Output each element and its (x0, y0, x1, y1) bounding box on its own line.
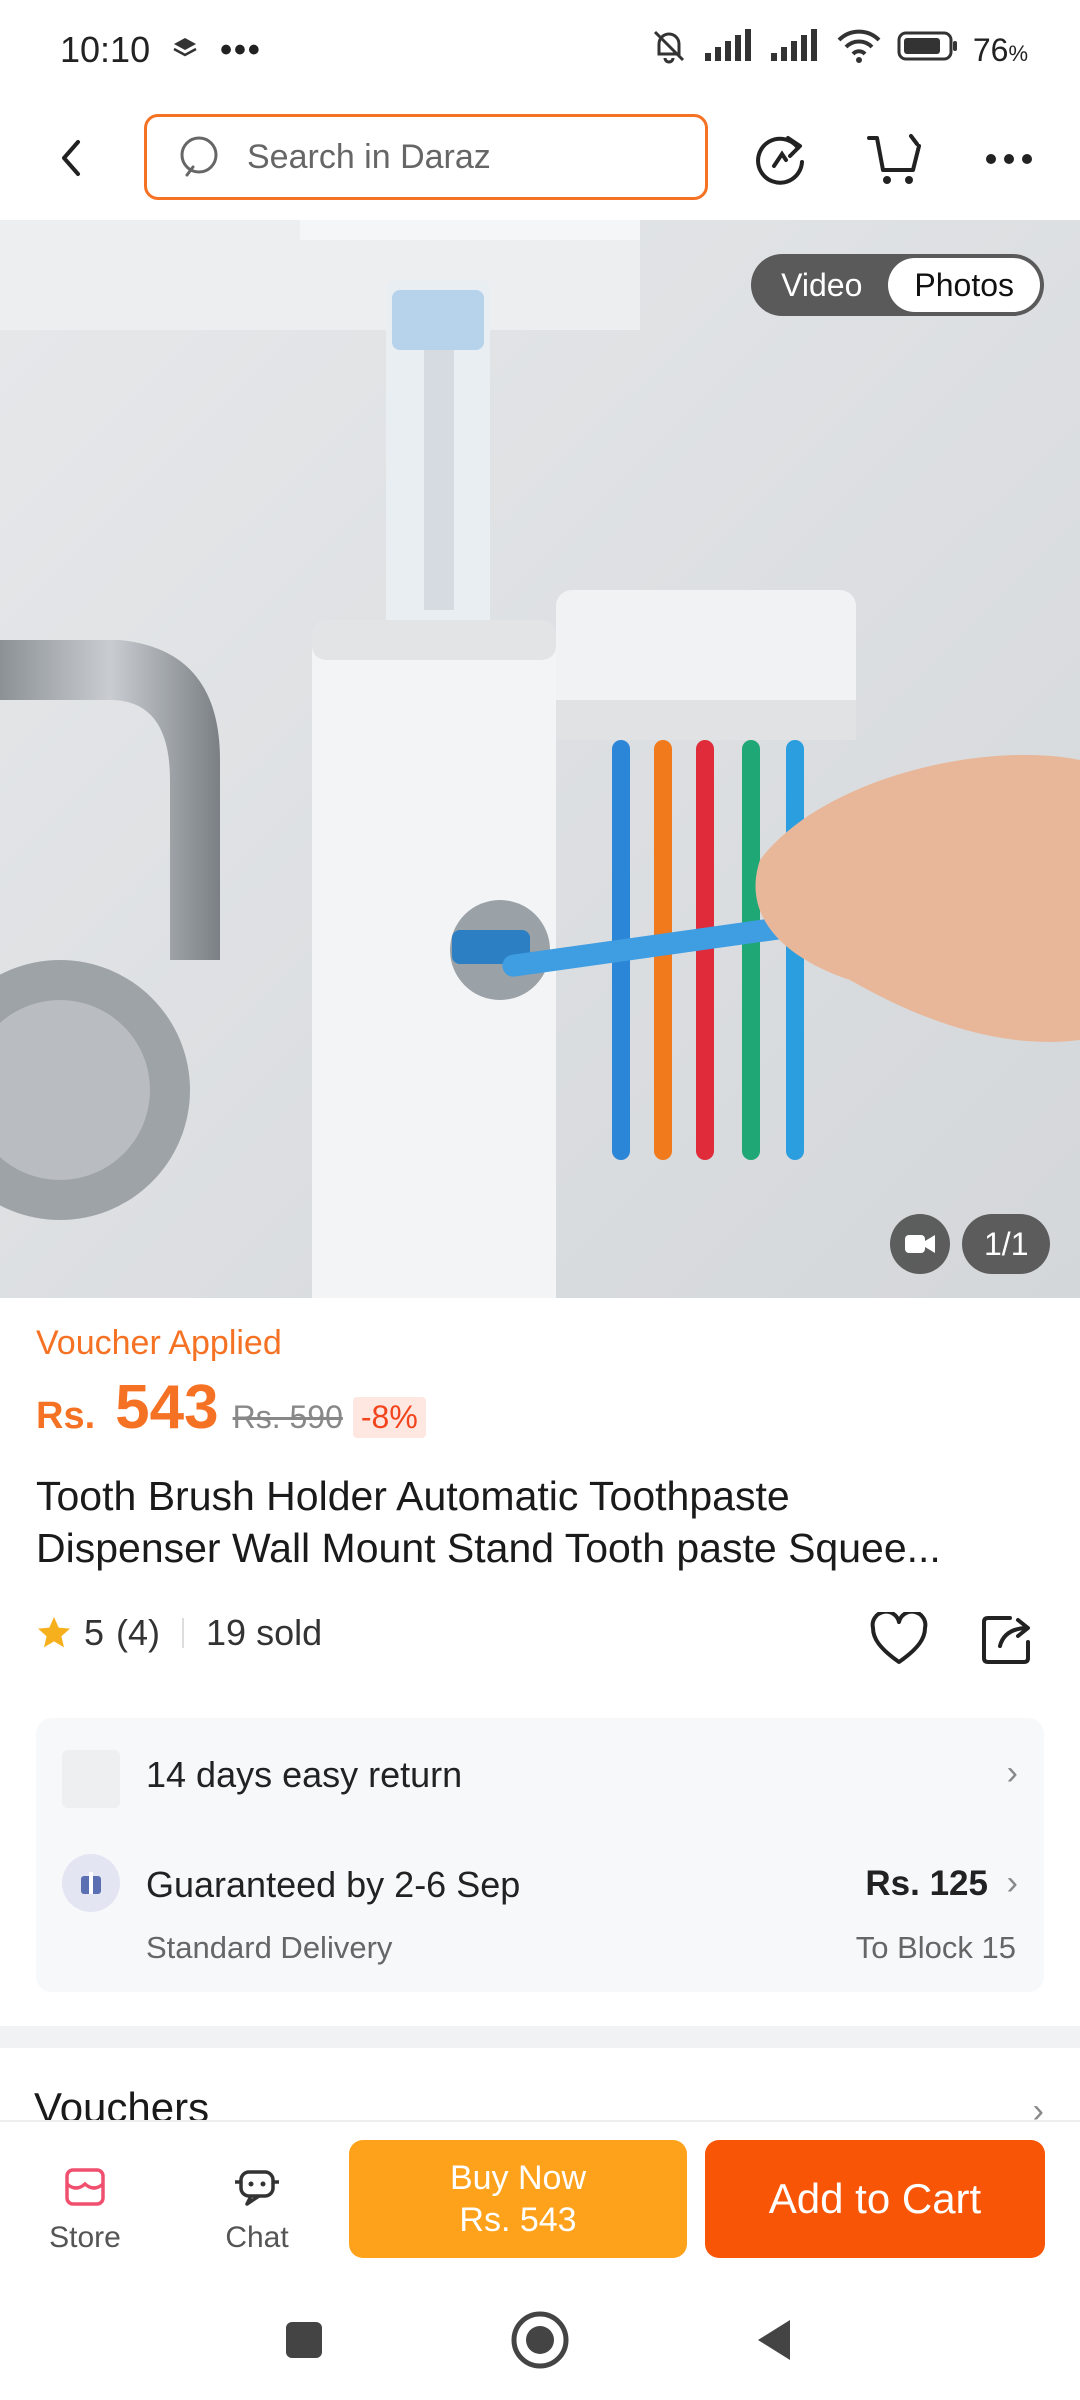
share-button[interactable] (974, 1606, 1040, 1672)
status-bar: 10:10 ••• 76% (0, 0, 1080, 100)
chat-icon (235, 2170, 279, 2206)
triangle-back-icon (758, 2320, 790, 2360)
signal-icon-2 (769, 28, 821, 72)
signal-icon (703, 28, 755, 72)
video-badge[interactable] (890, 1214, 950, 1274)
status-time: 10:10 (60, 29, 151, 70)
mute-icon (649, 26, 689, 75)
image-counter: 1/1 (962, 1214, 1051, 1274)
add-to-cart-button[interactable]: Add to Cart (705, 2140, 1045, 2258)
home-button[interactable] (502, 2302, 578, 2378)
delivery-fee: Rs. 125 (865, 1864, 988, 1903)
section-divider (0, 2026, 1080, 2048)
more-icon (986, 154, 1032, 164)
discount-badge: -8% (352, 1397, 426, 1438)
bottom-action-bar: Store Chat Buy Now Rs. 543 Add to Cart (0, 2120, 1080, 2280)
store-button[interactable]: Store (30, 2166, 140, 2255)
voucher-applied-label: Voucher Applied (36, 1324, 282, 1362)
chat-button[interactable]: Chat (202, 2166, 312, 2255)
tab-photos[interactable]: Photos (888, 258, 1040, 312)
buy-now-price: Rs. 543 (459, 2201, 577, 2239)
current-price: 543 (115, 1373, 219, 1442)
heart-icon (870, 1612, 928, 1664)
system-navigation-bar (0, 2280, 1080, 2400)
star-icon (38, 1617, 70, 1648)
delivery-destination: To Block 15 (855, 1930, 1016, 1965)
rating-value: 5 (84, 1612, 105, 1653)
delivery-icon (62, 1854, 120, 1912)
delivery-type: Standard Delivery (146, 1930, 393, 1965)
back-nav-button[interactable] (736, 2302, 812, 2378)
chevron-right-icon: › (1006, 1754, 1018, 1792)
media-toggle: Video Photos (751, 254, 1044, 316)
home-circle-icon (511, 2311, 569, 2369)
product-image-gallery[interactable]: Video Photos 1/1 (0, 220, 1080, 1298)
chevron-right-icon: › (1006, 1864, 1018, 1902)
wifi-icon (835, 28, 883, 73)
original-price: Rs. 590 (232, 1399, 343, 1435)
divider (182, 1618, 185, 1648)
square-icon (286, 2322, 322, 2358)
price-currency: Rs. (36, 1395, 96, 1437)
product-title: Tooth Brush Holder Automatic Toothpaste … (36, 1470, 1046, 1574)
recents-button[interactable] (266, 2302, 342, 2378)
store-icon (65, 2168, 105, 2206)
layers-icon (172, 31, 198, 70)
return-policy-row[interactable]: 14 days easy return › (36, 1718, 1044, 1828)
tab-video[interactable]: Video (755, 258, 888, 312)
more-options-button[interactable] (974, 124, 1044, 194)
return-policy-text: 14 days easy return (146, 1754, 463, 1795)
price-row: Rs. 543 Rs. 590 -8% (36, 1372, 426, 1443)
service-card: 14 days easy return › Guaranteed by 2-6 … (36, 1718, 1044, 1992)
cart-button[interactable] (860, 124, 930, 194)
back-button[interactable] (46, 128, 96, 188)
review-count: (4) (116, 1612, 161, 1653)
rating-row[interactable]: 5 (4) 19 sold (36, 1612, 322, 1654)
battery-level: 76% (972, 31, 1028, 68)
product-title-line-2: Dispenser Wall Mount Stand Tooth paste S… (36, 1525, 941, 1571)
product-image (0, 220, 1080, 1298)
delivery-guarantee: Guaranteed by 2-6 Sep (146, 1864, 521, 1905)
back-icon (62, 140, 80, 176)
wishlist-button[interactable] (866, 1606, 932, 1672)
store-label: Store (49, 2221, 121, 2254)
refresh-icon (756, 136, 804, 185)
buy-now-button[interactable]: Buy Now Rs. 543 (349, 2140, 687, 2258)
return-icon (62, 1750, 120, 1808)
battery-icon (897, 30, 959, 71)
delivery-row[interactable]: Guaranteed by 2-6 Sep Standard Delivery … (36, 1828, 1044, 1992)
search-input[interactable]: Search in Daraz (144, 114, 708, 200)
share-icon (982, 1616, 1030, 1664)
search-icon (180, 136, 218, 177)
chat-label: Chat (225, 2221, 289, 2254)
cart-icon (867, 134, 921, 184)
search-placeholder: Search in Daraz (247, 137, 491, 176)
more-notifications-icon: ••• (220, 30, 262, 69)
top-navigation: Search in Daraz (0, 100, 1080, 220)
video-camera-icon (905, 1235, 935, 1253)
buy-now-label: Buy Now (449, 2159, 587, 2197)
product-title-line-1: Tooth Brush Holder Automatic Toothpaste (36, 1473, 790, 1519)
sold-count: 19 sold (206, 1612, 323, 1653)
refresh-button[interactable] (746, 124, 816, 194)
